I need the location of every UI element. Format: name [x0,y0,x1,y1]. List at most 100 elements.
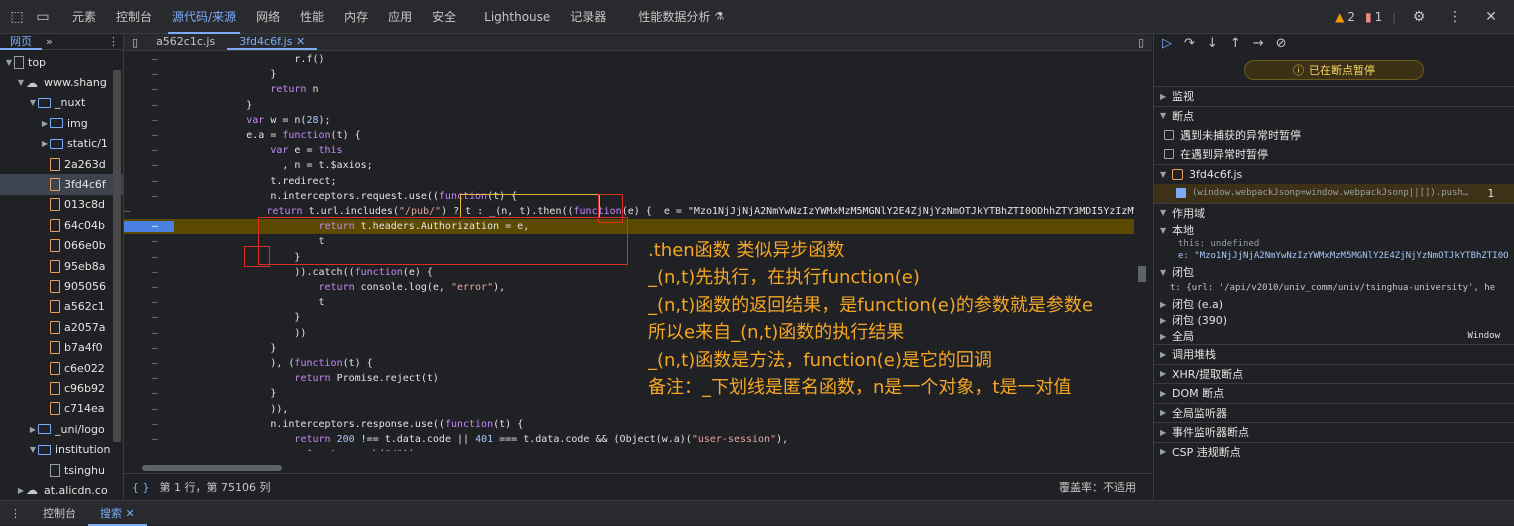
tree-item[interactable]: 2a263d [0,154,123,174]
tree-item[interactable]: ▼ top [0,52,123,72]
step-into-icon[interactable]: ↓ [1207,36,1218,51]
pretty-print-icon[interactable]: { } [132,481,150,494]
code-line[interactable]: – var e = this [124,143,1134,158]
line-number[interactable]: – [124,297,174,308]
scope-closure-t[interactable]: t: {url: '/api/v2010/univ_comm/univ/tsin… [1154,280,1514,296]
tree-item[interactable]: 3fd4c6f [0,174,123,195]
expand-arrow-icon[interactable]: ▼ [4,58,14,67]
line-number[interactable]: – [124,388,174,399]
step-out-icon[interactable]: ↑ [1230,36,1241,51]
line-number[interactable]: – [124,176,174,187]
code-line[interactable]: – return 200 !== t.data.code || 401 === … [124,432,1134,447]
tree-item[interactable]: tsinghu [0,460,123,480]
deactivate-breakpoints-icon[interactable]: ⊘ [1276,36,1287,51]
expand-arrow-icon[interactable]: ▼ [28,445,38,454]
section-scope[interactable]: ▼ 作用域 [1154,202,1514,223]
expand-arrow-icon[interactable]: ▶ [16,486,26,495]
expand-arrow-icon[interactable]: ▼ [28,98,38,107]
navigator-scrollbar[interactable] [113,70,121,442]
close-icon[interactable]: ✕ [126,507,135,520]
pause-uncaught-option[interactable]: 遇到未捕获的异常时暂停 [1154,125,1514,145]
warnings-badge[interactable]: ▲ 2 [1335,10,1355,24]
line-number[interactable]: – [124,267,174,278]
line-number[interactable]: – [124,221,174,233]
more-options-icon[interactable]: ⋮ [1442,4,1468,30]
tree-item[interactable]: c96b92 [0,378,123,398]
line-number[interactable]: – [124,130,174,141]
tree-item[interactable]: 95eb8a [0,256,123,276]
line-number[interactable]: – [124,236,174,247]
tab-elements[interactable]: 元素 [62,0,106,34]
code-line[interactable]: – , n = t.$axios; [124,158,1134,173]
tree-item[interactable]: 64c04b [0,215,123,235]
section-global-listeners[interactable]: ▶ 全局监听器 [1154,402,1514,423]
code-line[interactable]: – e.a = function(t) { [124,128,1134,143]
line-number[interactable]: – [124,160,174,171]
code-line[interactable]: – return n [124,82,1134,97]
section-csp-breakpoints[interactable]: ▶ CSP 违规断点 [1154,441,1514,462]
tree-item[interactable]: 905056 [0,276,123,296]
line-number[interactable]: – [124,404,174,415]
resume-icon[interactable]: ▷ [1162,36,1172,51]
tab-network[interactable]: 网络 [246,0,290,34]
tree-item[interactable]: b7a4f0 [0,337,123,357]
tab-sources[interactable]: 源代码/来源 [162,0,246,34]
breakpoint-file[interactable]: ▼ 3fd4c6f.js [1154,164,1514,184]
expand-arrow-icon[interactable]: ▶ [28,425,38,434]
scope-global[interactable]: ▶ 全局 Window [1154,328,1514,344]
gear-icon[interactable]: ⚙ [1406,4,1432,30]
code-line[interactable]: – } [124,67,1134,82]
line-number[interactable]: – [124,54,174,65]
section-xhr-breakpoints[interactable]: ▶ XHR/提取断点 [1154,363,1514,384]
tab-application[interactable]: 应用 [378,0,422,34]
step-over-icon[interactable]: ↷ [1184,36,1195,51]
drawer-menu-icon[interactable]: ⋮ [0,507,31,520]
section-event-listener-breakpoints[interactable]: ▶ 事件监听器断点 [1154,422,1514,442]
line-number[interactable]: – [124,145,174,156]
expand-arrow-icon[interactable]: ▶ [40,139,50,148]
line-number[interactable]: – [124,343,174,354]
line-number[interactable]: – [124,358,174,369]
more-options-icon[interactable]: ⋮ [108,35,119,48]
tree-item[interactable]: ▶ img [0,113,123,133]
code-line[interactable]: – } [124,98,1134,113]
scope-closure-ea[interactable]: ▶ 闭包 (e.a) [1154,296,1514,312]
scope-closure-390[interactable]: ▶ 闭包 (390) [1154,312,1514,328]
tree-item[interactable]: a2057a [0,317,123,337]
line-number[interactable]: – [124,373,174,384]
tab-memory[interactable]: 内存 [334,0,378,34]
errors-badge[interactable]: ▮ 1 [1365,10,1382,24]
tree-item[interactable]: 066e0b [0,236,123,256]
device-toolbar-icon[interactable]: ▭ [30,4,56,30]
tab-performance[interactable]: 性能 [290,0,334,34]
line-number[interactable]: – [124,312,174,323]
scope-closure[interactable]: ▼ 闭包 [1154,264,1514,280]
expand-arrow-icon[interactable]: ▼ [16,78,26,87]
drawer-tab-console[interactable]: 控制台 [31,501,88,526]
line-number[interactable]: – [124,84,174,95]
editor-tab-3fd4c6f[interactable]: 3fd4c6f.js ✕ [227,34,318,50]
tree-item[interactable]: ▶ ☁ at.alicdn.co [0,480,123,500]
code-line[interactable]: – r.f() [124,52,1134,67]
tree-item[interactable]: a562c1 [0,297,123,317]
code-line[interactable]: – var w = n(28); [124,113,1134,128]
tab-page[interactable]: 网页 [0,34,42,50]
close-tab-icon[interactable]: ✕ [296,35,305,48]
line-number[interactable]: – [124,252,174,263]
tree-item[interactable]: ▼ ☁ www.shang [0,72,123,92]
line-number[interactable]: – [124,115,174,126]
pause-caught-checkbox[interactable] [1164,149,1174,160]
tree-item[interactable]: c6e022 [0,358,123,378]
code-line[interactable]: – )), [124,402,1134,417]
toggle-debugger-icon[interactable]: ▯ [1138,36,1144,49]
scope-local[interactable]: ▼ 本地 [1154,222,1514,238]
inspect-element-icon[interactable]: ⬚ [4,4,30,30]
tree-item[interactable]: ▶ static/1 [0,134,123,154]
line-number[interactable]: – [124,69,174,80]
tree-item[interactable]: 013c8d [0,195,123,215]
tree-item[interactable]: ▶ _uni/logo [0,419,123,439]
tab-recorder[interactable]: 记录器 [560,0,616,34]
more-tabs-icon[interactable]: » [46,35,53,48]
line-number[interactable]: – [124,419,174,430]
line-number[interactable]: – [124,434,174,445]
